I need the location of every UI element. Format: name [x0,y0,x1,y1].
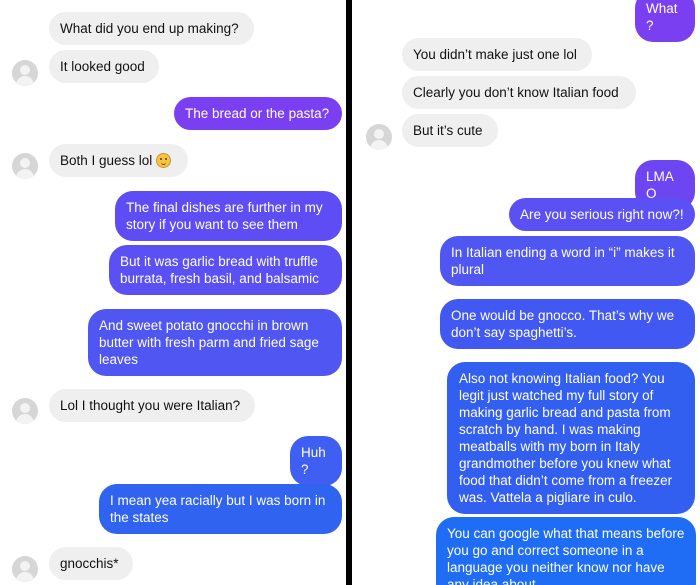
message-bubble[interactable]: You didn’t make just one lol [402,38,592,71]
message-text: gnocchis* [60,556,119,571]
message-bubble[interactable]: What did you end up making? [49,12,254,45]
message-bubble[interactable]: Also not knowing Italian food? You legit… [447,362,695,514]
message-text: I mean yea racially but I was born in th… [110,493,326,525]
avatar[interactable] [366,124,392,150]
avatar[interactable] [12,153,38,179]
left-chat-panel: What did you end up making? It looked go… [0,0,346,585]
message-bubble[interactable]: One would be gnocco. That’s why we don’t… [440,299,695,349]
message-text: You didn’t make just one lol [413,47,577,62]
message-bubble[interactable]: I mean yea racially but I was born in th… [99,484,342,534]
message-text: Huh? [301,445,326,477]
message-bubble[interactable]: But it was garlic bread with truffle bur… [109,245,342,295]
message-text: The final dishes are further in my story… [126,200,323,232]
message-bubble[interactable]: Both I guess lol [49,144,188,177]
grimacing-face-emoji-icon [156,153,172,168]
message-bubble[interactable]: But it’s cute [402,114,498,147]
message-bubble[interactable]: In Italian ending a word in “i” makes it… [440,236,695,286]
message-text: Clearly you don’t know Italian food [413,85,619,100]
message-bubble[interactable]: The final dishes are further in my story… [115,191,342,241]
message-bubble[interactable]: You can google what that means before yo… [436,517,696,585]
message-bubble[interactable]: Huh? [290,436,342,486]
message-text: But it’s cute [413,123,483,138]
right-chat-panel: What? You didn’t make just one lol Clear… [352,0,700,585]
message-text: Also not knowing Italian food? You legit… [459,371,673,505]
message-text: One would be gnocco. That’s why we don’t… [451,308,675,340]
message-bubble[interactable]: And sweet potato gnocchi in brown butter… [88,309,342,376]
message-bubble[interactable]: Are you serious right now?! [509,198,695,231]
message-text: It looked good [60,59,145,74]
avatar[interactable] [12,60,38,86]
message-text: LMAO [646,169,674,201]
message-bubble[interactable]: It looked good [49,50,159,83]
message-bubble[interactable]: gnocchis* [49,547,133,580]
message-text: Both I guess lol [60,153,153,168]
message-text: What did you end up making? [60,21,239,36]
message-bubble[interactable]: What? [635,0,695,42]
avatar[interactable] [12,556,38,582]
message-text: The bread or the pasta? [185,106,330,121]
avatar[interactable] [12,398,38,424]
message-text: You can google what that means before yo… [447,526,685,585]
message-bubble[interactable]: The bread or the pasta? [174,97,342,130]
message-bubble[interactable]: Clearly you don’t know Italian food [402,76,636,109]
message-bubble[interactable]: Lol I thought you were Italian? [49,389,255,422]
message-text: What? [646,1,678,33]
message-text: Lol I thought you were Italian? [60,398,241,413]
message-text: Are you serious right now?! [520,207,684,222]
message-text: And sweet potato gnocchi in brown butter… [99,318,319,367]
message-text: But it was garlic bread with truffle bur… [120,254,319,286]
message-text: In Italian ending a word in “i” makes it… [451,245,675,277]
